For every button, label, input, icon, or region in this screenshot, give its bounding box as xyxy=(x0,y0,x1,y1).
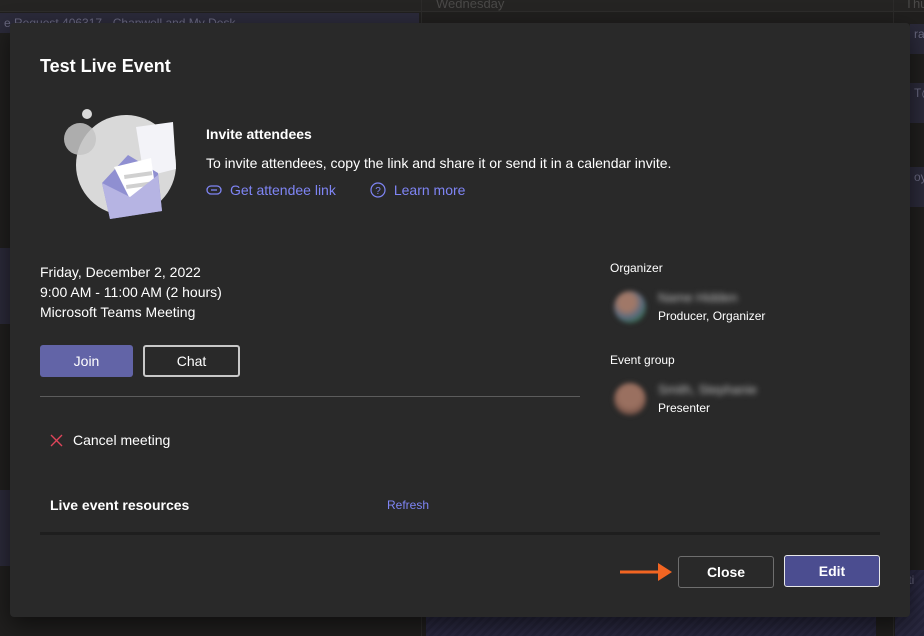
join-button[interactable]: Join xyxy=(40,345,133,377)
event-time: 9:00 AM - 11:00 AM (2 hours) xyxy=(40,284,222,300)
invite-envelope-illustration xyxy=(64,109,176,219)
help-icon: ? xyxy=(370,182,386,198)
section-divider xyxy=(40,396,580,397)
chat-button[interactable]: Chat xyxy=(143,345,240,377)
event-group-person[interactable]: Smith, Stephanie Presenter xyxy=(614,382,757,415)
close-icon xyxy=(50,434,63,446)
live-event-dialog: Test Live Event Invite attendees To invi… xyxy=(10,23,910,617)
edit-button[interactable]: Edit xyxy=(784,555,880,587)
day-header: Thursday xyxy=(905,0,924,11)
day-header: Wednesday xyxy=(436,0,505,11)
close-button[interactable]: Close xyxy=(678,556,774,588)
invite-heading: Invite attendees xyxy=(206,126,312,142)
get-attendee-link-label: Get attendee link xyxy=(230,182,336,198)
avatar xyxy=(614,382,646,415)
event-details: Friday, December 2, 2022 9:00 AM - 11:00… xyxy=(40,262,222,322)
refresh-link[interactable]: Refresh xyxy=(387,498,429,512)
calendar-event[interactable] xyxy=(426,617,876,636)
resources-divider xyxy=(40,532,880,535)
person-name: Smith, Stephanie xyxy=(658,382,758,397)
calendar-event[interactable] xyxy=(0,248,10,324)
get-attendee-link[interactable]: Get attendee link xyxy=(206,182,336,198)
person-role: Producer, Organizer xyxy=(658,309,766,323)
live-event-resources-heading: Live event resources xyxy=(50,497,190,513)
person-name: Name Hidden xyxy=(658,290,738,305)
invite-description: To invite attendees, copy the link and s… xyxy=(206,155,672,171)
event-group-label: Event group xyxy=(610,353,675,367)
calendar-header: Wednesday Thursday xyxy=(0,0,924,12)
dialog-title: Test Live Event xyxy=(40,56,171,76)
person-role: Presenter xyxy=(658,401,711,415)
learn-more-label: Learn more xyxy=(393,182,466,198)
cancel-meeting-label: Cancel meeting xyxy=(73,432,171,448)
link-icon xyxy=(206,185,222,195)
avatar xyxy=(614,290,646,323)
calendar-event[interactable]: rain xyxy=(910,24,924,54)
organizer-label: Organizer xyxy=(610,261,663,275)
event-date: Friday, December 2, 2022 xyxy=(40,264,201,280)
organizer-person[interactable]: Name Hidden Producer, Organizer xyxy=(614,290,765,323)
event-location: Microsoft Teams Meeting xyxy=(40,304,196,320)
learn-more-link[interactable]: ? Learn more xyxy=(370,182,466,198)
calendar-event[interactable] xyxy=(0,490,10,566)
annotation-arrow-icon xyxy=(620,563,672,581)
invite-attendees-section: Invite attendees To invite attendees, co… xyxy=(206,126,671,198)
cancel-meeting-button[interactable]: Cancel meeting xyxy=(50,432,170,448)
calendar-event[interactable]: T@ xyxy=(910,83,924,123)
calendar-event[interactable]: oye xyxy=(910,167,924,207)
svg-text:?: ? xyxy=(375,186,381,197)
